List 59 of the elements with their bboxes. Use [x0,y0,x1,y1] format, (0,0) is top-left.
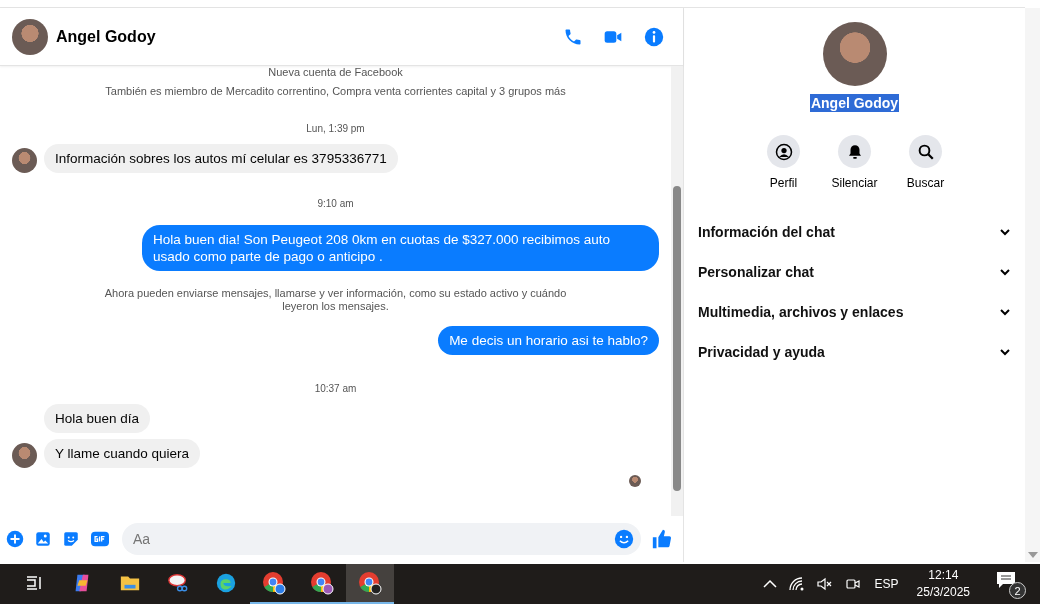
mute-button[interactable] [838,135,871,168]
notification-button[interactable]: 2 [996,569,1026,599]
clock[interactable]: 12:14 25/3/2025 [916,567,970,601]
contact-name: Angel Godoy [56,27,157,46]
timestamp: Lun, 1:39 pm [305,123,366,134]
avatar [12,18,48,55]
message-bubble: Y llame cuando quiera [44,439,201,468]
camera-icon[interactable] [844,576,861,592]
plus-icon[interactable] [6,530,24,548]
chat-bubble-icon [996,571,1016,589]
avatar [12,148,37,173]
message-bubble: Hola buen dia! Son Peugeot 208 0km en cuotas de $327.000 recibimos auto usado como parte de pago o anticipo . [142,225,659,271]
chevron-icon [999,266,1011,278]
notice-text: Ahora pueden enviarse mensajes, llamarse y ver información, como su estado activo y cuándo leyeron los mensajes. [103,287,568,313]
accordion-section[interactable]: Privacidad y ayuda [684,332,1025,372]
person-icon [774,142,793,161]
message-bubble: Me decis un horario asi te hablo? [438,326,659,355]
chevron-icon [999,346,1011,358]
accordion-section[interactable]: Personalizar chat [684,252,1025,292]
notice-text: También es miembro de Mercadito correntino, Compra venta corrientes capital y 3 grupos más [104,85,567,98]
action-label: Silenciar [831,176,878,190]
chevron-icon [999,306,1011,318]
emoji-icon[interactable] [614,529,634,549]
wifi-icon[interactable] [788,577,805,591]
scrollbar[interactable] [671,66,683,516]
scroll-down-arrow-icon[interactable] [1027,552,1038,558]
gif-icon[interactable] [90,530,110,548]
timestamp: 10:37 am [313,383,358,394]
language-indicator[interactable]: ESP [874,577,899,591]
search-button[interactable] [909,135,942,168]
task-view-icon [24,573,44,593]
speaker-muted-icon[interactable] [816,577,833,591]
chevron-up-icon[interactable] [762,579,777,589]
scrollbar[interactable] [1025,8,1040,562]
taskbar-app[interactable] [346,564,394,604]
action-label: Perfil [769,176,798,190]
timestamp: 9:10 am [316,198,355,209]
chrome-icon [358,571,382,595]
sticker-icon[interactable] [62,530,80,548]
search-icon [916,142,935,161]
read-receipt-avatar [629,475,641,487]
profile-name: Angel Godoy [809,94,900,112]
browser-icon [215,572,237,594]
image-icon[interactable] [34,530,52,548]
scissors-icon [167,572,189,594]
info-icon[interactable] [643,25,665,48]
accordion-section[interactable]: Información del chat [684,212,1025,252]
message-bubble: Información sobres los autos mí celular es 3795336771 [44,144,398,173]
chrome-icon [310,571,334,595]
message-input[interactable]: Aa [122,523,641,555]
action-label: Buscar [906,176,945,190]
chrome-icon [262,571,286,595]
thumbs-up-icon[interactable] [651,528,673,550]
chevron-icon [999,226,1011,238]
avatar [12,443,37,468]
message-bubble: Hola buen día [44,404,151,433]
accordion-section[interactable]: Multimedia, archivos y enlaces [684,292,1025,332]
notice-text: Nueva cuenta de Facebook [267,66,404,79]
profile-button[interactable] [767,135,800,168]
